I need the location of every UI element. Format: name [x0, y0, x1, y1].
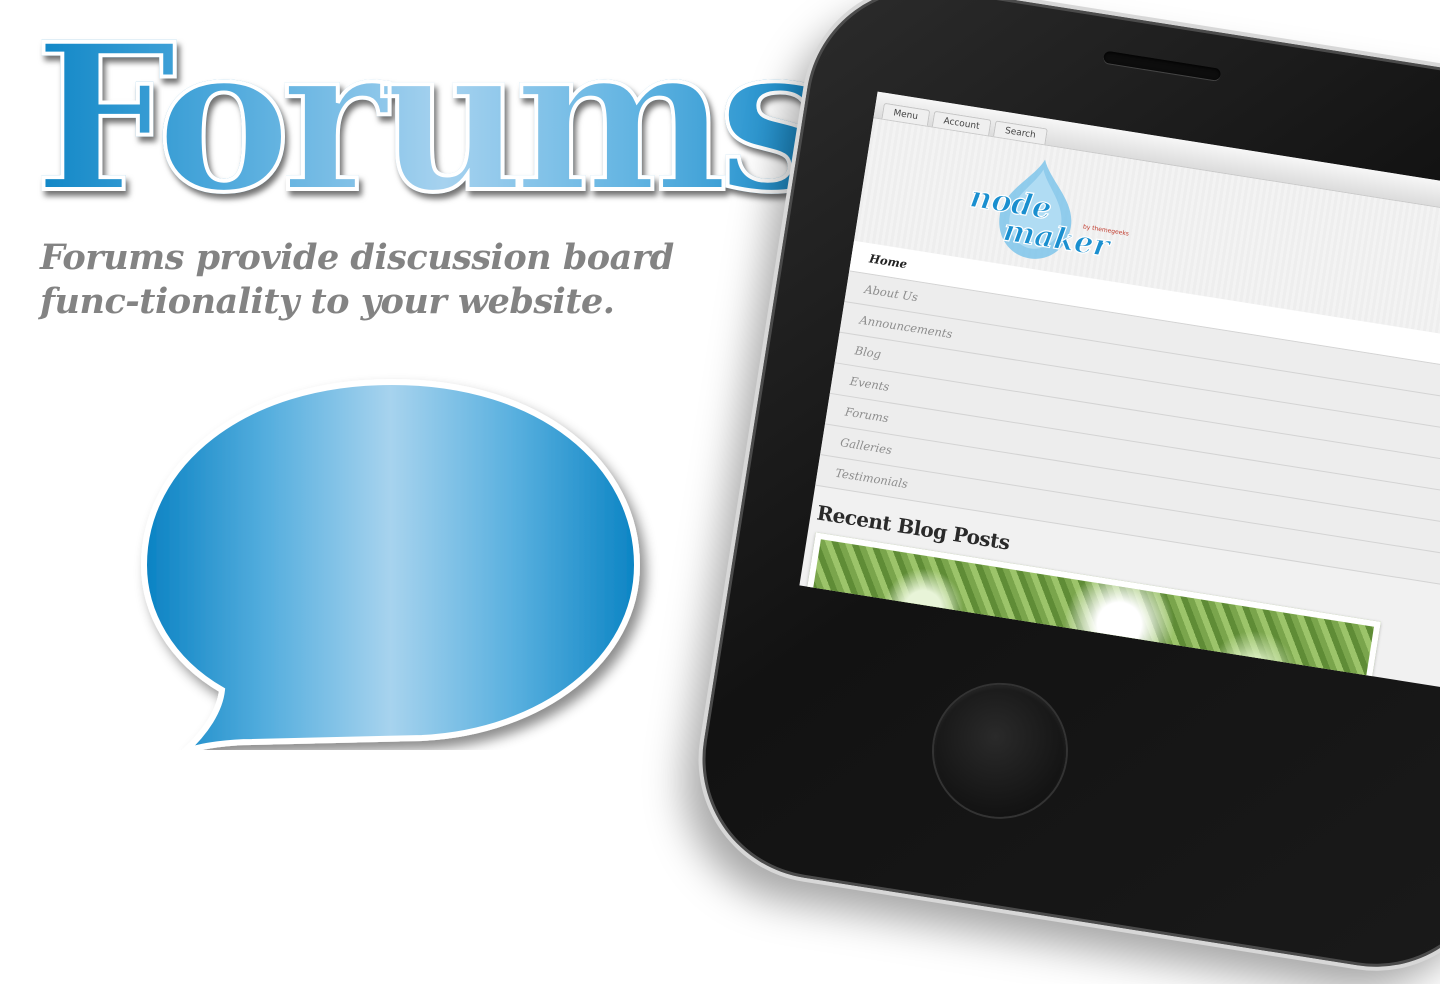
logo-word-maker: maker	[1001, 213, 1114, 265]
phone-home-button[interactable]	[924, 675, 1076, 827]
headline: Forums	[32, 0, 834, 237]
nav-item-label: Blog	[853, 343, 883, 362]
speech-bubble-icon	[140, 378, 641, 750]
nav-item-label: Galleries	[839, 435, 893, 458]
nav-item-label: Forums	[844, 404, 890, 426]
nav-item-label: About Us	[863, 282, 919, 305]
nav-item-label: Testimonials	[834, 465, 909, 492]
tagline: Forums provide discussion board func-tio…	[40, 237, 674, 322]
smartphone: Menu Account Search node maker by themeg…	[685, 0, 1440, 984]
nav-item-label: Home	[868, 251, 909, 272]
phone-screen: Menu Account Search node maker by themeg…	[799, 91, 1440, 700]
nav-item-label: Events	[848, 373, 891, 394]
phone-earpiece	[1102, 50, 1222, 81]
